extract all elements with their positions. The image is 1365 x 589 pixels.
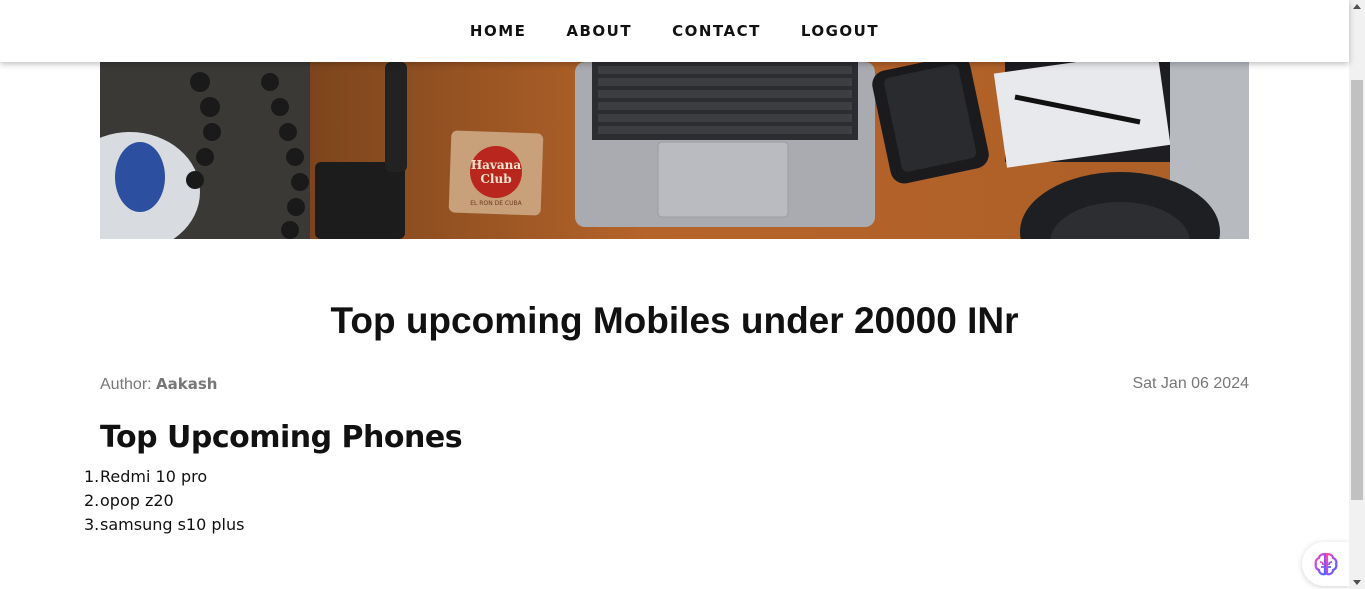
coaster-logo-line3: EL RON DE CUBA	[470, 200, 522, 207]
list-item-number: 2.	[84, 491, 100, 510]
list-item: 3. samsung s10 plus	[84, 513, 245, 537]
nav-list: HOME ABOUT CONTACT LOGOUT	[450, 22, 899, 40]
list-item: 2. opop z20	[84, 489, 244, 513]
list-item: 1. Redmi 10 pro	[84, 465, 244, 489]
page-scrollbar[interactable]	[1349, 0, 1365, 589]
author-name: Aakash	[156, 375, 218, 393]
scroll-up-arrow-icon[interactable]	[1353, 4, 1361, 9]
list-item-number: 3.	[84, 515, 100, 534]
post-date: Sat Jan 06 2024	[1132, 375, 1249, 392]
post-hero-image: Havana Club EL RON DE CUBA	[100, 62, 1249, 239]
top-navbar: HOME ABOUT CONTACT LOGOUT	[0, 0, 1349, 62]
coaster-logo-line2: Club	[480, 172, 511, 186]
list-item-text: opop z20	[100, 491, 174, 510]
author-label: Author:	[100, 376, 152, 393]
list-item-text: samsung s10 plus	[100, 515, 245, 534]
post-title: Top upcoming Mobiles under 20000 INr	[330, 300, 1019, 341]
coaster-logo-line1: Havana	[471, 158, 522, 172]
desk-photo: Havana Club EL RON DE CUBA	[100, 62, 1249, 239]
page: HOME ABOUT CONTACT LOGOUT Havana Club EL…	[0, 0, 1365, 589]
scroll-down-arrow-icon[interactable]	[1353, 580, 1361, 585]
nav-logout-link[interactable]: LOGOUT	[781, 22, 899, 40]
assistant-widget-button[interactable]	[1302, 542, 1350, 586]
scrollbar-thumb[interactable]	[1351, 80, 1363, 500]
post-author: Author: Aakash	[100, 375, 217, 394]
nav-about-link[interactable]: ABOUT	[546, 22, 652, 40]
nav-contact-link[interactable]: CONTACT	[652, 22, 781, 40]
section-heading: Top Upcoming Phones	[100, 420, 463, 455]
list-item-number: 1.	[84, 467, 100, 486]
brain-icon	[1314, 552, 1338, 576]
phone-list: 1. Redmi 10 pro 2. opop z20 3. samsung s…	[84, 465, 245, 537]
nav-home-link[interactable]: HOME	[450, 22, 546, 40]
list-item-text: Redmi 10 pro	[100, 467, 208, 486]
